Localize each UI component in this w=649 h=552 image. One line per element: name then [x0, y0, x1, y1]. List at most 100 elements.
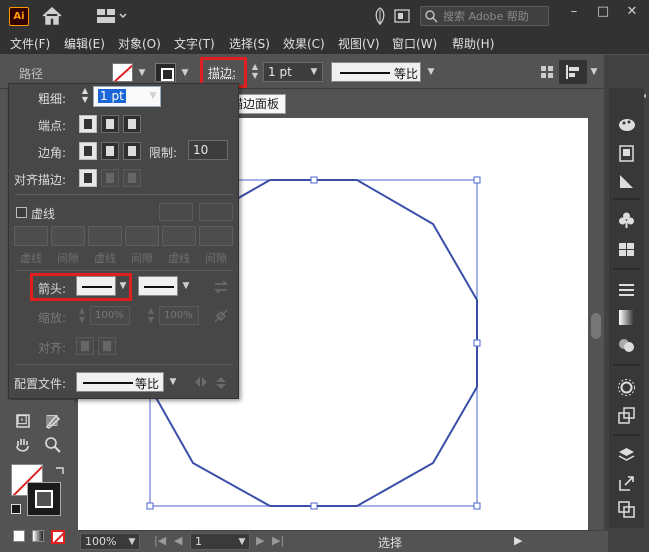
limit-label-text: 限制	[149, 146, 174, 160]
arrow-tip-place-button[interactable]	[98, 337, 116, 355]
gap-field-2[interactable]	[125, 226, 159, 246]
gap-field-1[interactable]	[51, 226, 85, 246]
scale-end-field[interactable]: 100%	[159, 306, 199, 325]
scale-label-text: 缩放	[38, 311, 63, 325]
scale-start-field[interactable]: 100%	[90, 306, 130, 325]
appearance-icon[interactable]	[617, 336, 636, 355]
weight-label-text: 粗细	[38, 92, 63, 106]
layers-icon[interactable]	[617, 446, 636, 465]
zoom-icon[interactable]	[44, 436, 62, 454]
limit-label: 限制:	[149, 146, 178, 160]
last-page-icon[interactable]: ▶|	[272, 534, 284, 547]
document-icon[interactable]	[617, 144, 636, 163]
arrowhead-label-text: 箭头	[38, 282, 63, 296]
chevron-down-icon[interactable]: ▼	[147, 90, 159, 102]
stroke-panel: 粗细: ▲ ▼ 1 pt ▼ 端点: 边角: 限制: 10 对齐描边: 虚线 虚线…	[8, 83, 239, 399]
divider	[613, 198, 640, 200]
scale-start-value: 100%	[95, 310, 124, 321]
divider	[613, 434, 640, 436]
export-icon[interactable]	[617, 406, 636, 425]
butt-cap-button[interactable]	[79, 115, 97, 133]
weight-value: 1 pt	[98, 89, 126, 103]
weight-spinner[interactable]: ▲ ▼	[79, 86, 91, 106]
align-stroke-label: 对齐描边:	[14, 173, 67, 187]
corner-label-text: 边角	[38, 146, 63, 160]
paintbrush-icon[interactable]	[617, 116, 636, 135]
color-mode-button[interactable]	[13, 530, 25, 542]
round-join-button[interactable]	[101, 142, 119, 160]
scale-end-spinner[interactable]: ▲ ▼	[145, 306, 157, 326]
chevron-down-icon[interactable]: ▼	[180, 280, 192, 292]
link-scale-icon[interactable]	[214, 309, 228, 323]
none-mode-button[interactable]	[51, 530, 65, 544]
status-arrow-icon[interactable]: ▶	[514, 534, 522, 547]
limit-field[interactable]: 10	[188, 140, 228, 160]
align-stroke-label-text: 对齐描边	[14, 173, 63, 187]
arrow-align-label: 对齐:	[38, 341, 67, 355]
hand-icon[interactable]	[14, 436, 32, 454]
divider	[613, 364, 640, 366]
align-center-button[interactable]	[79, 169, 97, 187]
limit-value: 10	[193, 143, 209, 157]
miter-join-button[interactable]	[79, 142, 97, 160]
sun-icon[interactable]	[617, 378, 636, 397]
swap-icon[interactable]	[54, 464, 66, 476]
scale-label: 缩放:	[38, 311, 67, 325]
first-page-icon[interactable]: |◀	[154, 534, 166, 547]
chevron-down-icon[interactable]: ▼	[126, 536, 138, 548]
external-link-icon[interactable]	[617, 474, 636, 493]
default-colors-icon[interactable]	[11, 504, 21, 514]
swatches-icon[interactable]	[617, 240, 636, 259]
end-arrowhead-select[interactable]	[138, 276, 178, 296]
stroke-icon[interactable]	[617, 280, 636, 299]
gap-label: 间隙	[57, 252, 79, 265]
dash-preserve-button[interactable]	[159, 203, 193, 221]
gradient-mode-button[interactable]	[32, 530, 44, 542]
dash-label: 虚线	[94, 252, 116, 265]
arrow-tip-extend-button[interactable]	[76, 337, 94, 355]
chevron-down-icon[interactable]: ▼	[117, 280, 129, 292]
profile-label-text: 配置文件	[14, 377, 63, 391]
gap-label: 间隙	[131, 252, 153, 265]
dashed-line-checkbox[interactable]	[16, 207, 27, 218]
scale-start-spinner[interactable]: ▲ ▼	[76, 306, 88, 326]
transparency-icon[interactable]	[617, 172, 636, 191]
stroke-color-swatch[interactable]	[27, 482, 61, 516]
cap-label: 端点:	[38, 119, 67, 133]
arrow-align-label-text: 对齐	[38, 341, 63, 355]
width-profile-select[interactable]: 等比	[76, 372, 164, 392]
chevron-down-icon[interactable]: ▼	[236, 536, 248, 548]
tools-panel: ⊡ ▥	[0, 400, 74, 550]
round-cap-button[interactable]	[101, 115, 119, 133]
prev-page-icon[interactable]: ◀	[174, 534, 182, 547]
start-arrowhead-select[interactable]	[76, 276, 116, 296]
weight-label: 粗细:	[38, 92, 67, 106]
gap-field-3[interactable]	[199, 226, 233, 246]
dash-field-3[interactable]	[162, 226, 196, 246]
next-page-icon[interactable]: ▶	[256, 534, 264, 547]
dash-label: 虚线	[20, 252, 42, 265]
club-icon[interactable]	[617, 210, 636, 229]
dash-field-1[interactable]	[14, 226, 48, 246]
swap-arrowheads-icon[interactable]	[214, 281, 228, 293]
flip-vertical-icon[interactable]	[215, 376, 227, 390]
chevron-down-icon[interactable]: ▼	[167, 376, 179, 388]
status-tool-label: 选择	[378, 536, 403, 550]
gradient-icon[interactable]	[617, 308, 636, 327]
profile-label: 配置文件:	[14, 377, 67, 391]
align-inside-button[interactable]	[101, 169, 119, 187]
right-panel-dock	[609, 88, 644, 528]
gap-label: 间隙	[205, 252, 227, 265]
profile-value: 等比	[135, 377, 160, 391]
divider	[15, 270, 233, 271]
page-value: 1	[195, 535, 202, 548]
pen-icon[interactable]	[44, 412, 62, 430]
artboards-icon[interactable]	[617, 500, 636, 519]
bevel-join-button[interactable]	[123, 142, 141, 160]
align-outside-button[interactable]	[123, 169, 141, 187]
dash-align-button[interactable]	[199, 203, 233, 221]
dash-field-2[interactable]	[88, 226, 122, 246]
projecting-cap-button[interactable]	[123, 115, 141, 133]
paintbrush-icon[interactable]	[14, 412, 32, 430]
flip-horizontal-icon[interactable]	[194, 376, 208, 388]
